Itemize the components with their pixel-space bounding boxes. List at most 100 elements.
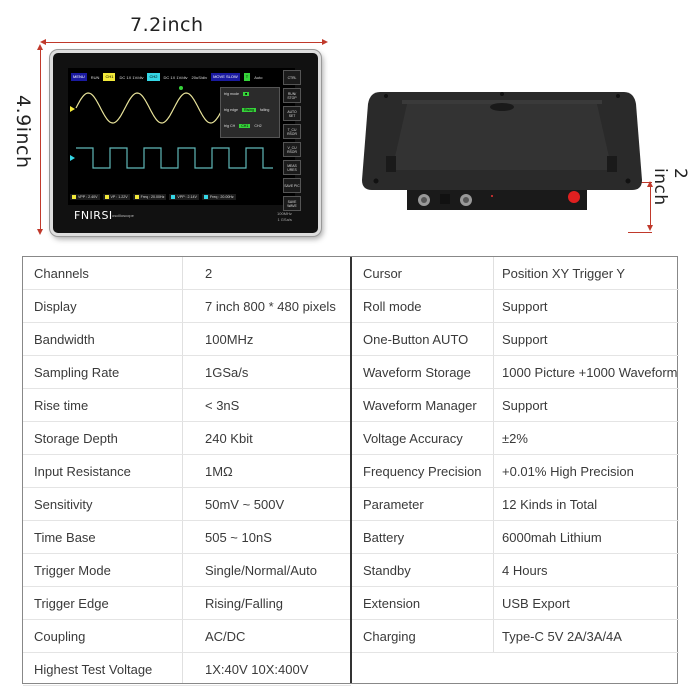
spec-key: Time Base xyxy=(34,529,96,545)
spec-row: Cursor Position XY Trigger Y xyxy=(352,257,679,290)
height-dimension-arrow xyxy=(40,47,41,232)
spec-key: Charging xyxy=(363,628,416,644)
trig-ch2: CH2 xyxy=(254,124,262,128)
arrow-up-icon xyxy=(647,181,653,187)
spec-value: 240 Kbit xyxy=(205,430,253,446)
spec-value: 6000mah Lithium xyxy=(502,529,602,545)
arrow-down-icon xyxy=(647,225,653,231)
spec-value: Support xyxy=(502,298,548,314)
spec-key: Battery xyxy=(363,529,405,545)
spec-value: 1X:40V 10X:400V xyxy=(205,661,309,677)
ch1-marker-icon xyxy=(70,106,75,112)
spec-key: Rise time xyxy=(34,397,89,413)
spec-key: Trigger Edge xyxy=(34,595,109,611)
spec-value: 1MΩ xyxy=(205,463,233,479)
oscilloscope-screen: MENU RUN CH1 DC 1X 1V/div CH2 DC 1X 1V/d… xyxy=(68,68,295,205)
spec-row: Frequency Precision +0.01% High Precision xyxy=(352,455,679,488)
spec-value: 50mV ~ 500V xyxy=(205,496,285,512)
spec-key: Display xyxy=(34,298,77,314)
spec-row: Sampling Rate 1GSa/s xyxy=(23,356,351,389)
spec-key: Storage Depth xyxy=(34,430,118,446)
spec-row: Rise time < 3nS xyxy=(23,389,351,422)
spec-row: One-Button AUTO Support xyxy=(352,323,679,356)
spec-key: Coupling xyxy=(34,628,86,644)
measurement-text: Freq : 20.00Hz xyxy=(140,195,165,199)
channel-dot-icon xyxy=(72,195,76,199)
spec-value: ±2% xyxy=(502,430,528,446)
width-dimension-arrow xyxy=(43,42,325,43)
measurement-bar: VPP : 2.40V VP : 1.22V Freq : 20.00Hz VPP :… xyxy=(70,194,236,200)
spec-row: Sensitivity 50mV ~ 500V xyxy=(23,488,351,521)
spec-key: Cursor xyxy=(363,265,403,281)
spec-row: Voltage Accuracy ±2% xyxy=(352,422,679,455)
spec-key: Bandwidth xyxy=(34,331,95,347)
side-button: T_CU RSOR xyxy=(283,124,301,139)
channel-dot-icon xyxy=(134,195,139,199)
trig-ch-label: trig CH xyxy=(224,124,236,128)
channel-dot-icon xyxy=(203,195,208,199)
corner-sample-rate: 1 GSa/s xyxy=(277,217,292,222)
spec-key: Standby xyxy=(363,562,411,578)
spec-key: Frequency Precision xyxy=(363,463,482,479)
side-button: AUTO SET xyxy=(283,106,301,121)
specification-table: Channels 2 Display 7 inch 800 * 480 pixels B… xyxy=(22,256,679,686)
spec-value: 1000 Picture +1000 Waveform xyxy=(502,364,678,380)
spec-row: Time Base 505 ~ 10nS xyxy=(23,521,351,554)
spec-value: 505 ~ 10nS xyxy=(205,529,272,545)
spec-value: 100MHz xyxy=(205,331,254,347)
spec-key: Input Resistance xyxy=(34,463,131,479)
channel-dot-icon xyxy=(171,195,176,199)
trig-edge-label: trig edge xyxy=(224,108,238,112)
side-button: V_CU RSOR xyxy=(283,142,301,157)
arrow-up-icon xyxy=(37,44,43,50)
trigger-settings-panel: trig mode ■ trig edge Rising falling tri… xyxy=(220,87,280,138)
side-button: CTRL xyxy=(283,70,301,85)
spec-row: Display 7 inch 800 * 480 pixels xyxy=(23,290,351,323)
ch1-sine-wave xyxy=(75,92,229,124)
spec-key: Parameter xyxy=(363,496,424,512)
side-button: SAVE PIC xyxy=(283,178,301,193)
measurement-item: VPP : 2.14V xyxy=(169,194,199,200)
spec-row: Charging Type-C 5V 2A/3A/4A xyxy=(352,620,679,653)
spec-row: Standby 4 Hours xyxy=(352,554,679,587)
oscilloscope-front-image: MENU RUN CH1 DC 1X 1V/div CH2 DC 1X 1V/d… xyxy=(50,50,321,236)
measurement-text: Freq : 20.00Hz xyxy=(209,195,234,199)
depth-dimension-arrow xyxy=(650,183,651,228)
arrow-down-icon xyxy=(37,229,43,235)
side-button: MEAS URES xyxy=(283,160,301,175)
trig-mode-label: trig mode xyxy=(224,92,239,96)
ch2-marker-icon xyxy=(70,155,75,161)
spec-row: Storage Depth 240 Kbit xyxy=(23,422,351,455)
height-dimension-label: 4.9inch xyxy=(12,95,34,169)
spec-value: Type-C 5V 2A/3A/4A xyxy=(502,628,622,644)
spec-value: Position XY Trigger Y xyxy=(502,265,626,281)
spec-value: 4 Hours xyxy=(502,562,548,578)
side-button: RUN/ STOP xyxy=(283,88,301,103)
spec-row: Waveform Storage 1000 Picture +1000 Wavef… xyxy=(352,356,679,389)
spec-value: Rising/Falling xyxy=(205,595,284,611)
measurement-text: VP : 1.22V xyxy=(110,195,128,199)
spec-row: Bandwidth 100MHz xyxy=(23,323,351,356)
trig-edge-falling: falling xyxy=(260,108,270,112)
spec-key: Sensitivity xyxy=(34,496,93,512)
spec-value: < 3nS xyxy=(205,397,240,413)
brand-logo: FNIRSI xyxy=(74,209,113,222)
measurement-text: VPP : 2.40V xyxy=(78,195,98,199)
spec-row: Coupling AC/DC xyxy=(23,620,351,653)
depth-tick-bottom xyxy=(628,232,652,233)
spec-key: Roll mode xyxy=(363,298,422,314)
spec-key: Waveform Manager xyxy=(363,397,477,413)
spec-key: Trigger Mode xyxy=(34,562,111,578)
oscilloscope-back-image xyxy=(362,92,642,210)
spec-row: Roll mode Support xyxy=(352,290,679,323)
channel-dot-icon xyxy=(104,195,109,199)
spec-value: +0.01% High Precision xyxy=(502,463,634,479)
spec-key: Sampling Rate xyxy=(34,364,120,380)
spec-value: 2 xyxy=(205,265,213,281)
brand-subtitle: oscilloscope xyxy=(112,213,134,218)
spec-row: Parameter 12 Kinds in Total xyxy=(352,488,679,521)
spec-value: 12 Kinds in Total xyxy=(502,496,598,512)
spec-row: Battery 6000mah Lithium xyxy=(352,521,679,554)
measurement-item: Freq : 20.00Hz xyxy=(132,194,167,200)
power-button-icon xyxy=(568,191,580,203)
